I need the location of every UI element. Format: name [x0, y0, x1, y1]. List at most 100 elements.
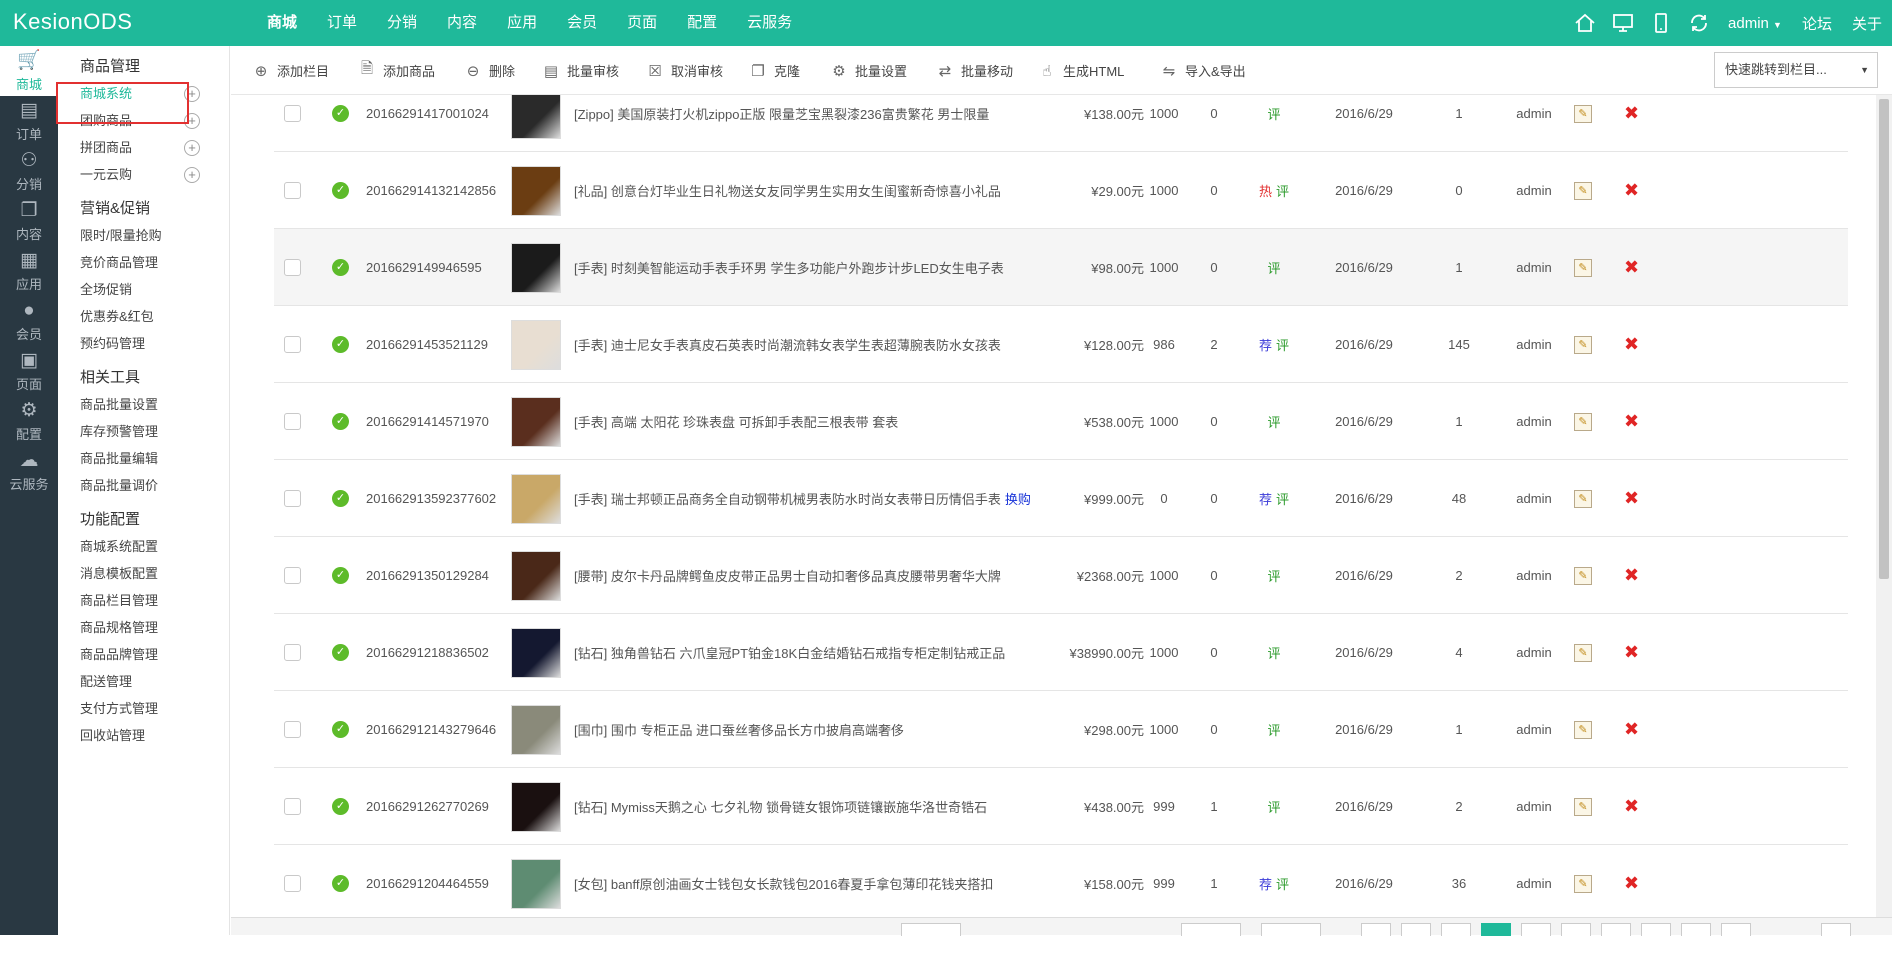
review-link[interactable]: 评	[1267, 720, 1280, 739]
product-thumbnail[interactable]	[511, 319, 561, 370]
sidebar-item[interactable]: 回收站管理	[80, 722, 229, 749]
product-thumbnail[interactable]	[511, 242, 561, 293]
pagination-button[interactable]	[1521, 923, 1551, 936]
toolbar-button[interactable]: ⚙ 批量设置	[829, 46, 907, 95]
sidebar-item[interactable]: 支付方式管理	[80, 695, 229, 722]
review-link[interactable]: 评	[1267, 412, 1280, 431]
delete-icon[interactable]: ✖	[1624, 257, 1639, 278]
product-thumbnail[interactable]	[511, 858, 561, 909]
topnav-item[interactable]: 会员	[552, 0, 612, 46]
table-row[interactable]: ✓ 20166291350129284 [腰带] 皮尔卡丹品牌鳄鱼皮皮带正品男士自动…	[274, 537, 1848, 614]
product-title[interactable]: [钻石] Mymiss天鹅之心 七夕礼物 锁骨链女银饰项链镶嵌施华洛世奇锆石	[574, 797, 987, 816]
sidebar-item[interactable]: 优惠券&红包	[80, 303, 229, 330]
plus-circle-icon[interactable]: +	[184, 167, 200, 183]
edit-icon[interactable]: ✎	[1574, 874, 1592, 893]
product-thumbnail[interactable]	[511, 165, 561, 216]
product-thumbnail[interactable]	[511, 781, 561, 832]
sidebar-item[interactable]: 商城系统配置	[80, 533, 229, 560]
product-title[interactable]: [腰带] 皮尔卡丹品牌鳄鱼皮皮带正品男士自动扣奢侈品真皮腰带男奢华大牌	[574, 566, 1001, 585]
pagination-button[interactable]	[1561, 923, 1591, 936]
topnav-item[interactable]: 应用	[492, 0, 552, 46]
sidebar-item[interactable]: 库存预警管理	[80, 418, 229, 445]
home-icon[interactable]	[1566, 0, 1604, 46]
sidebar-item[interactable]: 商品规格管理	[80, 614, 229, 641]
row-checkbox[interactable]	[284, 875, 301, 892]
row-checkbox[interactable]	[284, 105, 301, 122]
row-checkbox[interactable]	[284, 798, 301, 815]
scrollbar-thumb[interactable]	[1879, 99, 1889, 579]
table-row[interactable]: ✓ 20166291499​46595 [手表] 时刻美智能运动手表手环男 学生多功…	[274, 229, 1848, 306]
pagination-button[interactable]	[1361, 923, 1391, 936]
edit-icon[interactable]: ✎	[1574, 720, 1592, 739]
topnav-item[interactable]: 内容	[432, 0, 492, 46]
buy-link[interactable]: 换购	[1005, 489, 1031, 508]
iconbar-item[interactable]: 🛒 商城	[0, 46, 58, 96]
delete-icon[interactable]: ✖	[1624, 873, 1639, 894]
sidebar-item[interactable]: 拼团商品 +	[80, 134, 229, 161]
row-checkbox[interactable]	[284, 336, 301, 353]
toolbar-button[interactable]: ⇄ 批量移动	[935, 46, 1013, 95]
product-title[interactable]: [礼品] 创意台灯毕业生日礼物送女友同学男生实用女生闺蜜新奇惊喜小礼品	[574, 181, 1001, 200]
table-row[interactable]: ✓ 20166291414571970 [手表] 高端 太阳花 珍珠表盘 可拆卸手表…	[274, 383, 1848, 460]
product-title[interactable]: [围巾] 围巾 专柜正品 进口蚕丝奢侈品长方巾披肩高端奢侈	[574, 720, 904, 739]
pagination-button[interactable]	[1601, 923, 1631, 936]
product-title[interactable]: [手表] 高端 太阳花 珍珠表盘 可拆卸手表配三根表带 套表	[574, 412, 898, 431]
table-row[interactable]: ✓ 20166291359237​7602 [手表] 瑞士邦顿正品商务全自动钢带机械…	[274, 460, 1848, 537]
iconbar-item[interactable]: ☁ 云服务	[0, 446, 58, 496]
product-title[interactable]: [手表] 瑞士邦顿正品商务全自动钢带机械男表防水时尚女表带日历情侣手表	[574, 489, 1001, 508]
toolbar-button[interactable]: ⇋ 导入&导出	[1159, 46, 1246, 95]
delete-icon[interactable]: ✖	[1624, 488, 1639, 509]
jump-to-column-select[interactable]: 快速跳转到栏目... ▼	[1714, 52, 1878, 88]
review-link[interactable]: 评	[1267, 643, 1280, 662]
table-row[interactable]: ✓ 20166291453521129 [手表] 迪士尼女手表真皮石英表时尚潮流韩女…	[274, 306, 1848, 383]
delete-icon[interactable]: ✖	[1624, 565, 1639, 586]
pagination-button[interactable]	[901, 923, 961, 936]
iconbar-item[interactable]: ⚙ 配置	[0, 396, 58, 446]
refresh-icon[interactable]	[1680, 0, 1718, 46]
edit-icon[interactable]: ✎	[1574, 489, 1592, 508]
review-link[interactable]: 评	[1276, 489, 1289, 508]
row-checkbox[interactable]	[284, 259, 301, 276]
row-checkbox[interactable]	[284, 413, 301, 430]
toolbar-button[interactable]: ▤ 批量审核	[541, 46, 619, 95]
toolbar-button[interactable]: ❐ 克隆	[748, 46, 800, 95]
row-checkbox[interactable]	[284, 182, 301, 199]
product-title[interactable]: [Zippo] 美国原装打火机zippo正版 限量芝宝黑裂漆236富贵繁花 男士…	[574, 104, 989, 123]
pagination-button[interactable]	[1181, 923, 1241, 936]
pagination-button[interactable]	[1441, 923, 1471, 936]
delete-icon[interactable]: ✖	[1624, 180, 1639, 201]
pagination-button[interactable]	[1821, 923, 1851, 936]
pagination-button[interactable]	[1401, 923, 1431, 936]
topnav-item[interactable]: 分销	[372, 0, 432, 46]
sidebar-item[interactable]: 商品批量设置	[80, 391, 229, 418]
sidebar-item[interactable]: 限时/限量抢购	[80, 222, 229, 249]
sidebar-item[interactable]: 商品品牌管理	[80, 641, 229, 668]
pagination-button[interactable]	[1481, 923, 1511, 936]
row-checkbox[interactable]	[284, 721, 301, 738]
topnav-item[interactable]: 订单	[312, 0, 372, 46]
forum-link[interactable]: 论坛	[1792, 13, 1842, 34]
table-row[interactable]: ✓ 20166291417001024 [Zippo] 美国原装打火机zippo正版…	[274, 95, 1848, 152]
plus-circle-icon[interactable]: +	[184, 140, 200, 156]
product-title[interactable]: [女包] banff原创油画女士钱包女长款钱包2016春夏手拿包薄印花钱夹搭扣	[574, 874, 993, 893]
review-link[interactable]: 评	[1267, 258, 1280, 277]
review-link[interactable]: 评	[1276, 874, 1289, 893]
iconbar-item[interactable]: ● 会员	[0, 296, 58, 346]
edit-icon[interactable]: ✎	[1574, 258, 1592, 277]
sidebar-item[interactable]: 商品批量调价	[80, 472, 229, 499]
iconbar-item[interactable]: ▦ 应用	[0, 246, 58, 296]
review-link[interactable]: 评	[1267, 566, 1280, 585]
sidebar-item[interactable]: 商品栏目管理	[80, 587, 229, 614]
row-checkbox[interactable]	[284, 644, 301, 661]
delete-icon[interactable]: ✖	[1624, 796, 1639, 817]
edit-icon[interactable]: ✎	[1574, 335, 1592, 354]
sidebar-item[interactable]: 一元云购 +	[80, 161, 229, 188]
review-link[interactable]: 评	[1276, 181, 1289, 200]
review-link[interactable]: 评	[1276, 335, 1289, 354]
scrollbar[interactable]	[1876, 95, 1892, 935]
edit-icon[interactable]: ✎	[1574, 797, 1592, 816]
row-checkbox[interactable]	[284, 567, 301, 584]
product-thumbnail[interactable]	[511, 95, 561, 139]
pagination-button[interactable]	[1641, 923, 1671, 936]
pagination-button[interactable]	[1681, 923, 1711, 936]
